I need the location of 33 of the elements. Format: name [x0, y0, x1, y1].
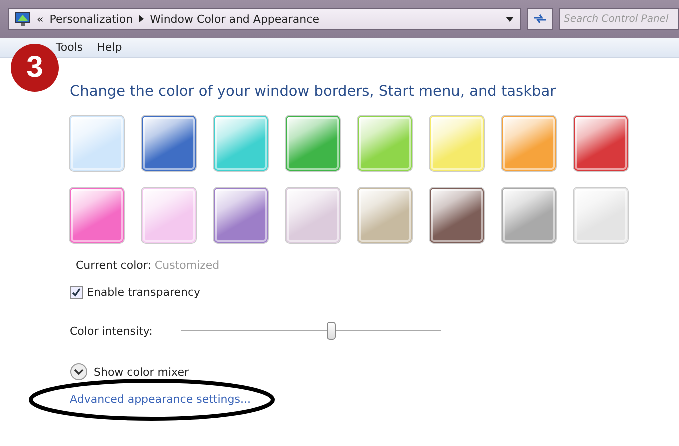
color-swatch[interactable]: [142, 116, 196, 171]
slider-thumb[interactable]: [326, 322, 336, 340]
checkbox[interactable]: [70, 286, 83, 299]
breadcrumb-arrow-icon: [139, 15, 144, 23]
menu-item[interactable]: Help: [97, 41, 122, 54]
chevron-button-icon[interactable]: [70, 363, 88, 381]
address-field[interactable]: « Personalization Window Color and Appearance: [8, 8, 521, 30]
color-swatch[interactable]: [502, 188, 556, 243]
checkbox-label: Enable transparency: [87, 286, 201, 299]
color-swatch[interactable]: [214, 116, 268, 171]
refresh-arrows-icon: [533, 13, 547, 25]
refresh-button[interactable]: [527, 8, 553, 30]
search-field[interactable]: Search Control Panel: [559, 8, 679, 30]
breadcrumb[interactable]: Personalization: [50, 12, 134, 26]
color-swatch[interactable]: [70, 188, 124, 243]
color-swatch[interactable]: [502, 116, 556, 171]
color-swatch[interactable]: [214, 188, 268, 243]
color-swatch[interactable]: [286, 116, 340, 171]
back-glyph[interactable]: «: [37, 12, 44, 26]
color-swatch[interactable]: [574, 116, 628, 171]
color-swatch[interactable]: [430, 188, 484, 243]
monitor-icon: [15, 12, 31, 26]
slider-label: Color intensity:: [70, 324, 153, 338]
step-badge: 3: [11, 44, 59, 92]
current-color-value: Customized: [154, 259, 220, 272]
page-heading: Change the color of your window borders, Start menu, and taskbar: [70, 84, 558, 100]
menu-item[interactable]: Tools: [56, 41, 84, 54]
breadcrumb[interactable]: Window Color and Appearance: [150, 12, 320, 26]
color-swatch[interactable]: [358, 188, 412, 243]
color-swatch[interactable]: [358, 116, 412, 171]
current-color-label: Current color:: [76, 259, 152, 272]
mixer-toggle-label[interactable]: Show color mixer: [94, 366, 189, 378]
dropdown-arrow-icon[interactable]: [506, 16, 514, 22]
